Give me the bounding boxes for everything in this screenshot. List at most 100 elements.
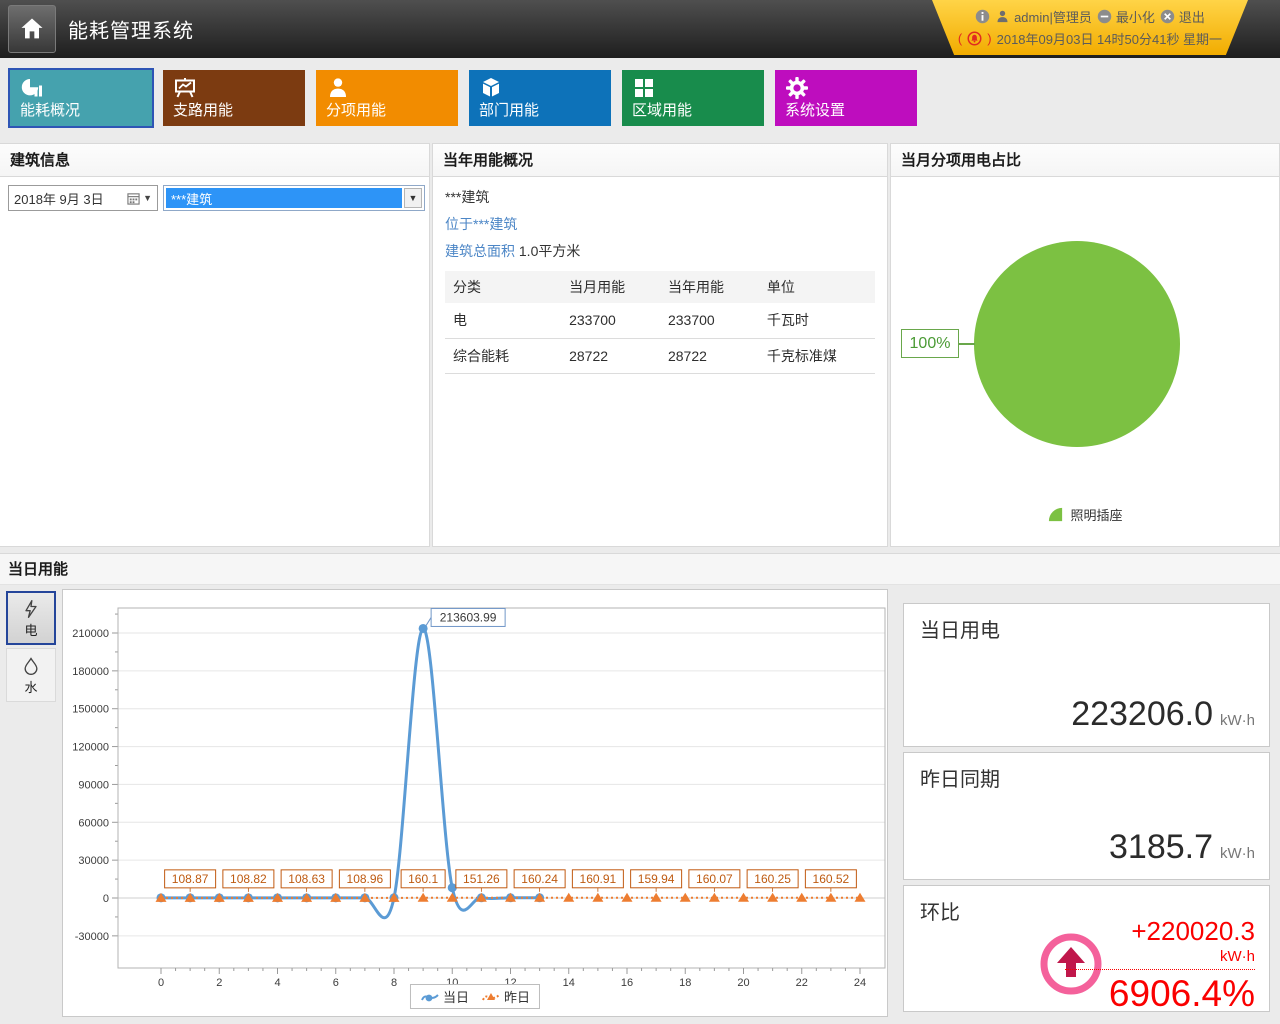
electricity-toggle-button[interactable]: 电 [6, 591, 56, 645]
nav-tab-energy-overview[interactable]: 能耗概况 [10, 70, 152, 126]
presentation-chart-icon [173, 76, 197, 100]
svg-text:18: 18 [679, 977, 691, 989]
today-usage-unit: kW·h [1220, 712, 1255, 729]
cell: 28722 [660, 338, 759, 373]
datetime-label: 2018年09月03日 14时50分41秒 星期一 [997, 29, 1222, 48]
pie-slice-label: 100% [901, 329, 959, 358]
daily-energy-title: 当日用能 [0, 553, 1280, 585]
panel-title: 当年用能概况 [433, 144, 887, 177]
lightning-icon [21, 598, 41, 620]
dotted-divider [1065, 969, 1255, 970]
user-label: admin|管理员 [1014, 7, 1092, 26]
yesterday-series-icon [481, 990, 501, 1004]
card-title: 昨日同期 [920, 763, 1000, 792]
chevron-down-icon[interactable]: ▼ [404, 188, 422, 208]
electricity-label: 电 [24, 620, 37, 639]
minimize-label: 最小化 [1116, 7, 1155, 26]
ratio-unit: kW·h [1065, 948, 1255, 965]
nav-tab-label: 系统设置 [785, 99, 845, 120]
svg-text:90000: 90000 [78, 779, 109, 791]
today-usage-value: 223206.0 [1071, 695, 1213, 734]
date-picker[interactable]: 2018年 9月 3日 ▼ [8, 185, 158, 211]
svg-text:22: 22 [796, 977, 808, 989]
col-header: 单位 [759, 271, 875, 303]
building-location-link[interactable]: 位于***建筑 [445, 214, 875, 234]
user-menu[interactable]: admin|管理员 [995, 7, 1092, 26]
svg-text:60000: 60000 [78, 817, 109, 829]
stat-cards: 当日用电 223206.0 kW·h 昨日同期 3185.7 kW·h 环比 +… [903, 603, 1270, 1012]
pie-label-connector [959, 343, 975, 345]
energy-table: 分类 当月用能 当年用能 单位 电 233700 233700 千瓦时 综合能耗 [445, 271, 875, 374]
energy-type-toggle: 电 水 [6, 591, 56, 705]
cell: 233700 [660, 303, 759, 338]
alarm-paren: ) [987, 31, 991, 46]
legend-today[interactable]: 当日 [420, 987, 469, 1006]
svg-text:108.63: 108.63 [288, 872, 325, 886]
building-info-panel: 建筑信息 2018年 9月 3日 ▼ ***建筑 ▼ [0, 143, 430, 547]
svg-text:160.24: 160.24 [521, 872, 558, 886]
svg-text:0: 0 [158, 977, 164, 989]
home-button[interactable] [8, 5, 56, 53]
card-title: 当日用电 [920, 614, 1000, 643]
svg-text:4: 4 [274, 977, 280, 989]
home-icon [18, 15, 46, 43]
person-icon [326, 76, 350, 100]
main-nav: 能耗概况 支路用能 分项用能 部门用能 区域用能 [0, 58, 1280, 126]
svg-text:160.91: 160.91 [580, 872, 617, 886]
pie-legend[interactable]: 照明插座 [891, 505, 1279, 524]
pie-bar-chart-icon [20, 76, 44, 100]
nav-tab-label: 部门用能 [479, 99, 539, 120]
svg-text:160.1: 160.1 [408, 872, 438, 886]
cell: 电 [445, 303, 561, 338]
date-value: 2018年 9月 3日 [14, 189, 127, 208]
legend-yesterday[interactable]: 昨日 [481, 987, 530, 1006]
svg-text:160.25: 160.25 [754, 872, 791, 886]
panel-title: 建筑信息 [0, 144, 429, 177]
panel-title: 当月分项用电占比 [891, 144, 1279, 177]
nav-tab-area-energy[interactable]: 区域用能 [622, 70, 764, 126]
svg-text:159.94: 159.94 [638, 872, 675, 886]
alarm-bell-icon[interactable] [967, 31, 982, 46]
info-icon[interactable] [975, 9, 990, 24]
svg-text:14: 14 [563, 977, 575, 989]
minimize-button[interactable]: 最小化 [1097, 7, 1155, 26]
yesterday-usage-card: 昨日同期 3185.7 kW·h [903, 752, 1270, 880]
water-label: 水 [24, 677, 37, 696]
water-toggle-button[interactable]: 水 [6, 648, 56, 702]
col-header: 分类 [445, 271, 561, 303]
col-header: 当月用能 [561, 271, 660, 303]
svg-text:108.96: 108.96 [347, 872, 384, 886]
user-icon [995, 9, 1010, 24]
today-usage-card: 当日用电 223206.0 kW·h [903, 603, 1270, 747]
logout-button[interactable]: 退出 [1160, 7, 1205, 26]
pie-wedge-icon [1047, 506, 1064, 523]
nav-tab-branch-energy[interactable]: 支路用能 [163, 70, 305, 126]
svg-text:2: 2 [216, 977, 222, 989]
pie-legend-label: 照明插座 [1070, 505, 1122, 524]
building-area-link[interactable]: 建筑总面积 [445, 243, 515, 259]
daily-line-chart-panel: -300000300006000090000120000150000180000… [62, 589, 888, 1017]
svg-text:24: 24 [854, 977, 866, 989]
svg-text:16: 16 [621, 977, 633, 989]
calendar-icon [127, 192, 140, 205]
building-select[interactable]: ***建筑 ▼ [163, 185, 425, 211]
nav-tab-subitem-energy[interactable]: 分项用能 [316, 70, 458, 126]
svg-text:120000: 120000 [72, 742, 109, 754]
nav-tab-department-energy[interactable]: 部门用能 [469, 70, 611, 126]
nav-tab-system-settings[interactable]: 系统设置 [775, 70, 917, 126]
svg-text:6: 6 [333, 977, 339, 989]
nav-tab-label: 区域用能 [632, 99, 692, 120]
water-drop-icon [21, 655, 41, 677]
cell: 28722 [561, 338, 660, 373]
cube-icon [479, 76, 503, 100]
user-badge: admin|管理员 最小化 退出 ( ) 2018年09月03日 14时50分4 [932, 0, 1248, 55]
svg-text:151.26: 151.26 [463, 872, 500, 886]
svg-text:108.87: 108.87 [172, 872, 209, 886]
ratio-card: 环比 +220020.3 kW·h 6906.4% [903, 885, 1270, 1012]
yesterday-usage-value: 3185.7 [1109, 828, 1213, 867]
alarm-paren: ( [958, 31, 962, 46]
nav-tab-label: 支路用能 [173, 99, 233, 120]
cell: 综合能耗 [445, 338, 561, 373]
ratio-percent-value: 6906.4% [1065, 973, 1255, 1015]
svg-text:180000: 180000 [72, 666, 109, 678]
